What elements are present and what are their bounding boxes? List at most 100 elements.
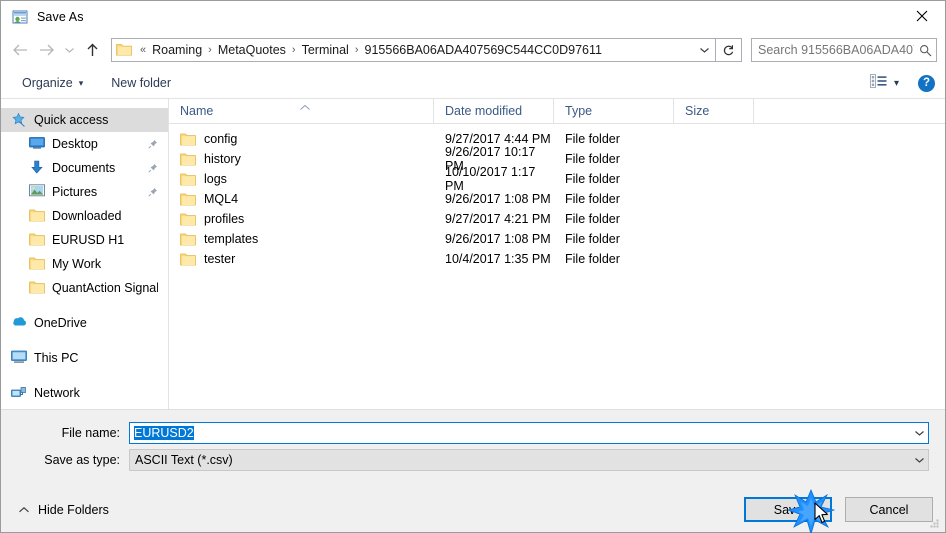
- column-header-label: Name: [180, 104, 214, 118]
- sidebar-item-network[interactable]: Network: [1, 381, 168, 405]
- hide-folders-button[interactable]: Hide Folders: [13, 503, 109, 517]
- folder-icon: [180, 252, 196, 266]
- up-arrow-icon[interactable]: [79, 37, 105, 63]
- navigation-bar: « Roaming › MetaQuotes › Terminal › 9155…: [1, 32, 945, 68]
- folder-icon: [180, 232, 196, 246]
- chevron-down-icon[interactable]: [693, 39, 715, 61]
- table-row[interactable]: history 9/26/2017 10:17 PM File folder: [169, 145, 945, 173]
- file-rows-container: config 9/27/2017 4:44 PM File folder histor…: [169, 124, 945, 409]
- save-as-type-value: ASCII Text (*.csv): [135, 452, 233, 467]
- resize-grip-icon[interactable]: [928, 516, 941, 529]
- file-name-cell: history: [169, 152, 434, 166]
- organize-button[interactable]: Organize ▾: [15, 73, 90, 93]
- file-date-cell: 9/26/2017 1:08 PM: [445, 232, 551, 246]
- file-name-text: MQL4: [204, 192, 239, 206]
- network-icon: [11, 385, 27, 401]
- sidebar-item-quick-access[interactable]: Quick access: [1, 108, 168, 132]
- file-name-text: logs: [204, 172, 227, 186]
- table-row[interactable]: config 9/27/2017 4:44 PM File folder: [169, 129, 945, 149]
- new-folder-button[interactable]: New folder: [104, 73, 178, 93]
- column-header-label: Size: [685, 104, 710, 118]
- chevron-down-icon[interactable]: [911, 456, 928, 464]
- sidebar-item-documents[interactable]: Documents: [1, 156, 168, 180]
- file-type-cell: File folder: [565, 192, 620, 206]
- sidebar-item-label: Downloaded: [52, 209, 122, 223]
- file-type-cell: File folder: [565, 252, 620, 266]
- back-arrow-icon[interactable]: [7, 37, 33, 63]
- table-row[interactable]: logs 10/10/2017 1:17 PM File folder: [169, 165, 945, 193]
- table-row[interactable]: profiles 9/27/2017 4:21 PM File folder: [169, 209, 945, 229]
- cancel-button[interactable]: Cancel: [845, 497, 933, 522]
- sidebar-item-desktop[interactable]: Desktop: [1, 132, 168, 156]
- file-list-pane: Name Date modified Type Size config 9/27…: [169, 99, 945, 409]
- breadcrumb-item-metaquotes[interactable]: MetaQuotes: [216, 43, 288, 57]
- search-box[interactable]: Search 915566BA06ADA40756...: [751, 38, 937, 62]
- close-button[interactable]: [899, 1, 945, 31]
- recent-locations-chevron-icon[interactable]: [59, 37, 79, 63]
- table-row[interactable]: MQL4 9/26/2017 1:08 PM File folder: [169, 189, 945, 209]
- column-header-type[interactable]: Type: [554, 99, 674, 123]
- sidebar-item-this-pc[interactable]: This PC: [1, 346, 168, 370]
- refresh-icon[interactable]: [716, 38, 742, 62]
- view-mode-icon: [870, 73, 887, 93]
- sidebar-item-quantaction-signal[interactable]: QuantAction Signal: [1, 276, 168, 300]
- column-header-label: Date modified: [445, 104, 523, 118]
- sidebar-item-eurusd-h1[interactable]: EURUSD H1: [1, 228, 168, 252]
- sidebar-item-label: My Work: [52, 257, 102, 271]
- folder-icon: [180, 152, 196, 166]
- breadcrumb-item-roaming[interactable]: Roaming: [150, 43, 204, 57]
- breadcrumb-separator: ›: [291, 44, 296, 56]
- file-type-cell: File folder: [565, 212, 620, 226]
- file-name-value: EURUSD2: [134, 425, 194, 440]
- column-header-size[interactable]: Size: [674, 99, 754, 123]
- folder-icon: [29, 256, 45, 272]
- view-mode-button[interactable]: ▾: [865, 71, 904, 96]
- file-name-text: config: [204, 132, 238, 146]
- sidebar-item-downloaded[interactable]: Downloaded: [1, 204, 168, 228]
- pin-icon[interactable]: [148, 139, 158, 149]
- breadcrumb-item-terminal-id[interactable]: 915566BA06ADA407569C544CC0D97611: [363, 43, 604, 57]
- file-name-cell: config: [169, 132, 434, 146]
- sidebar-item-onedrive[interactable]: OneDrive: [1, 311, 168, 335]
- file-type-cell: File folder: [565, 232, 620, 246]
- chevron-down-icon: ▾: [78, 77, 84, 88]
- forward-arrow-icon[interactable]: [33, 37, 59, 63]
- sidebar-item-label: Documents: [52, 161, 116, 175]
- sidebar-item-label: OneDrive: [34, 316, 87, 330]
- help-label: ?: [922, 77, 931, 89]
- breadcrumb-overflow[interactable]: «: [136, 44, 150, 56]
- table-row[interactable]: tester 10/4/2017 1:35 PM File folder: [169, 249, 945, 269]
- this-pc-icon: [11, 350, 27, 366]
- sidebar-item-pictures[interactable]: Pictures: [1, 180, 168, 204]
- file-name-cell: tester: [169, 252, 434, 266]
- file-name-combobox[interactable]: EURUSD2: [129, 421, 929, 444]
- save-form-panel: File name: EURUSD2 Save as type: ASCII T…: [1, 409, 945, 487]
- search-input[interactable]: Search 915566BA06ADA40756...: [752, 43, 914, 57]
- chevron-down-icon[interactable]: [911, 429, 928, 437]
- breadcrumb-item-terminal[interactable]: Terminal: [300, 43, 351, 57]
- help-button[interactable]: ?: [918, 74, 935, 92]
- navigation-pane: Quick access Desktop Documents Pictures …: [1, 99, 169, 409]
- file-name-label: File name:: [61, 425, 120, 440]
- column-header-date-modified[interactable]: Date modified: [434, 99, 554, 123]
- folder-icon: [116, 42, 132, 58]
- address-bar[interactable]: « Roaming › MetaQuotes › Terminal › 9155…: [111, 38, 716, 62]
- new-folder-label: New folder: [111, 76, 172, 90]
- folder-icon: [29, 232, 45, 248]
- file-name-input[interactable]: EURUSD2: [130, 425, 911, 440]
- table-row[interactable]: templates 9/26/2017 1:08 PM File folder: [169, 229, 945, 249]
- file-type-cell: File folder: [565, 132, 620, 146]
- pin-icon[interactable]: [148, 187, 158, 197]
- save-button[interactable]: Save: [744, 497, 832, 522]
- sidebar-item-label: Pictures: [52, 185, 98, 199]
- file-date-cell: 10/4/2017 1:35 PM: [445, 252, 551, 266]
- pin-icon[interactable]: [148, 163, 158, 173]
- pictures-icon: [29, 184, 45, 200]
- sidebar-item-my-work[interactable]: My Work: [1, 252, 168, 276]
- folder-icon: [180, 192, 196, 206]
- sidebar-item-label: Desktop: [52, 137, 98, 151]
- title-bar: Save As: [1, 1, 945, 32]
- column-header-name[interactable]: Name: [169, 99, 434, 123]
- save-as-type-combobox[interactable]: ASCII Text (*.csv): [129, 448, 929, 471]
- search-icon[interactable]: [914, 44, 936, 57]
